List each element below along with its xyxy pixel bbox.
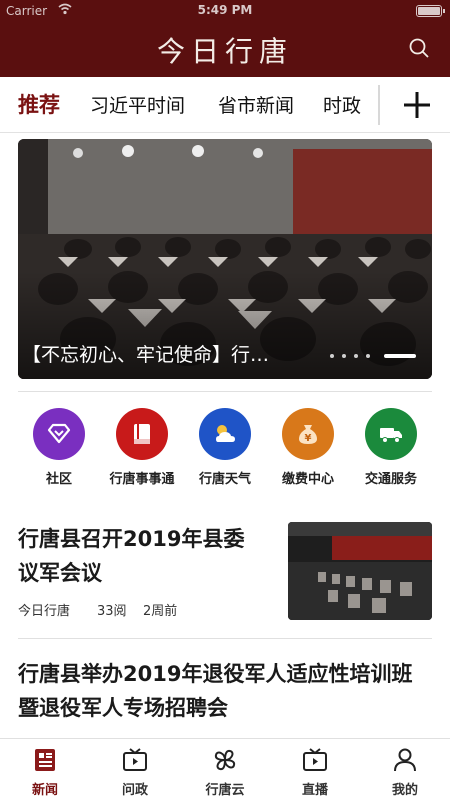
tab-divider xyxy=(378,85,380,125)
service-icon-bg xyxy=(199,408,251,460)
battery-icon xyxy=(416,5,445,17)
service-icon-bg xyxy=(33,408,85,460)
clover-icon xyxy=(214,749,236,771)
news-time: 2周前 xyxy=(143,604,178,619)
news-source: 今日行唐 xyxy=(18,604,71,619)
status-time: 5:49 PM xyxy=(197,3,253,17)
nav-label: 行唐云 xyxy=(205,783,245,798)
book-icon xyxy=(134,424,150,444)
service-payment-center[interactable]: ¥ 缴费中心 xyxy=(268,408,348,487)
diamond-icon xyxy=(47,423,71,444)
news-title-line: 行唐县举办2019年退役军人适应性培训班 xyxy=(18,662,413,686)
service-transport[interactable]: 交通服务 xyxy=(351,408,431,487)
carousel-dot xyxy=(330,354,334,358)
nav-news[interactable]: 新闻 xyxy=(0,747,90,798)
tab-provincial-news[interactable]: 省市新闻 xyxy=(218,91,294,118)
app-header: Carrier 5:49 PM 今日行唐 xyxy=(0,0,450,77)
channel-tabs: 推荐 习近平时间 省市新闻 时政 xyxy=(0,77,450,133)
banner-caption: 【不忘初心、牢记使命】行… xyxy=(22,344,270,366)
status-bar: Carrier 5:49 PM xyxy=(0,0,450,22)
news-title-line: 议军会议 xyxy=(18,561,102,585)
service-label: 行唐天气 xyxy=(198,472,251,487)
service-xingtang-tong[interactable]: 行唐事事通 xyxy=(102,408,182,487)
nav-live[interactable]: 直播 xyxy=(270,747,360,798)
service-icon-bg xyxy=(365,408,417,460)
service-label: 缴费中心 xyxy=(281,472,334,487)
user-icon xyxy=(394,748,416,772)
news-title: 行唐县举办2019年退役军人适应性培训班 暨退役军人专场招聘会 xyxy=(18,657,438,725)
news-views: 33阅 xyxy=(97,604,127,619)
weather-icon xyxy=(216,425,235,442)
news-title-line: 行唐县召开2019年县委 xyxy=(18,527,245,551)
bottom-nav: 新闻 问政 行唐云 直播 我的 xyxy=(0,738,450,800)
truck-icon xyxy=(380,428,402,443)
tv-icon xyxy=(123,748,147,771)
divider xyxy=(18,391,432,392)
news-title: 行唐县召开2019年县委 议军会议 xyxy=(18,522,278,590)
add-channel-icon[interactable] xyxy=(398,88,436,122)
service-icon-bg xyxy=(116,408,168,460)
carousel-dot xyxy=(366,354,370,358)
nav-mine[interactable]: 我的 xyxy=(360,747,450,798)
live-icon xyxy=(303,748,327,771)
service-label: 交通服务 xyxy=(364,472,417,487)
carousel-dot xyxy=(354,354,358,358)
carousel-dot-active xyxy=(384,354,416,358)
news-title-line: 暨退役军人专场招聘会 xyxy=(18,696,228,720)
search-icon[interactable] xyxy=(408,37,430,59)
nav-wenzheng[interactable]: 问政 xyxy=(90,747,180,798)
service-community[interactable]: 社区 xyxy=(19,408,99,487)
svg-text:¥: ¥ xyxy=(305,433,312,444)
nav-label: 我的 xyxy=(391,783,418,798)
service-weather[interactable]: 行唐天气 xyxy=(185,408,265,487)
divider xyxy=(18,638,432,639)
tab-xi-time[interactable]: 习近平时间 xyxy=(90,91,185,118)
service-label: 社区 xyxy=(45,472,72,487)
app-title: 今日行唐 xyxy=(156,35,293,68)
tab-recommend[interactable]: 推荐 xyxy=(18,89,60,119)
nav-label: 问政 xyxy=(121,783,148,798)
tab-politics[interactable]: 时政 xyxy=(323,91,361,118)
news-icon xyxy=(35,749,55,771)
nav-label: 直播 xyxy=(301,783,328,798)
service-icon-bg: ¥ xyxy=(282,408,334,460)
tab-fade xyxy=(360,77,390,132)
nav-label: 新闻 xyxy=(31,783,58,798)
news-thumbnail xyxy=(288,522,432,620)
nav-xingtang-cloud[interactable]: 行唐云 xyxy=(180,747,270,798)
carousel-dot xyxy=(342,354,346,358)
yen-bag-icon: ¥ xyxy=(299,425,317,444)
service-label: 行唐事事通 xyxy=(109,472,175,487)
